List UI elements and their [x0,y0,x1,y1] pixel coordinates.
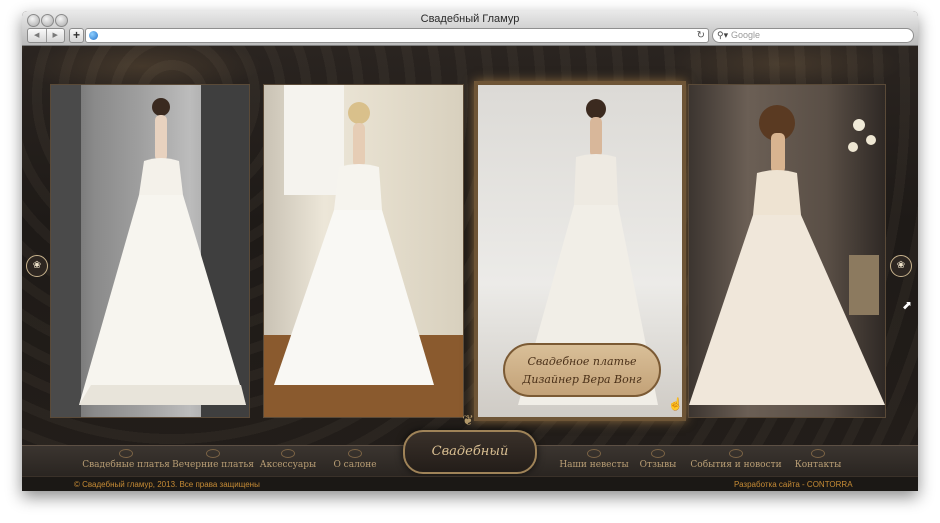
forward-arrow-icon[interactable]: ▶ [45,29,65,42]
rings-icon [729,449,743,458]
nav-item-contacts[interactable]: Контакты [790,449,846,470]
developer-credit-link[interactable]: Разработка сайта - CONTORRA [734,477,853,491]
nav-item-events-news[interactable]: События и новости [688,449,784,470]
back-arrow-icon[interactable]: ◀ [28,29,46,42]
nav-item-reviews[interactable]: Отзывы [634,449,682,470]
rings-icon [281,449,295,458]
rings-icon [206,449,220,458]
address-bar[interactable]: ↻ [85,28,709,43]
bride-figure-4 [689,105,885,405]
page-content: Свадебное платье Дизайнер Вера Вонг ☝ ❀ … [22,46,918,491]
bride-figure-2 [264,85,463,417]
search-icon: ⚲▾ [717,30,729,40]
rings-icon [587,449,601,458]
bride-figure-1 [51,85,249,417]
rings-icon [651,449,665,458]
gallery-photo-featured[interactable]: Свадебное платье Дизайнер Вера Вонг ☝ [474,81,686,421]
nav-item-label: Наши невесты [559,460,629,470]
nav-item-about[interactable]: О салоне [326,449,384,470]
search-input[interactable]: ⚲▾ Google [712,28,914,43]
nav-item-label: Вечерние платья [172,460,254,470]
globe-icon [89,31,98,40]
nav-item-our-brides[interactable]: Наши невесты [558,449,630,470]
rings-icon [119,449,133,458]
caption-line-1: Свадебное платье [527,355,637,368]
search-placeholder: Google [731,30,761,40]
nav-item-evening-dresses[interactable]: Вечерние платья [172,449,254,470]
reload-icon[interactable]: ↻ [697,29,705,42]
rings-icon [348,449,362,458]
nav-item-wedding-dresses[interactable]: Свадебные платья [82,449,170,470]
hand-cursor-icon: ☝ [668,397,683,411]
site-logo[interactable]: Свадебный гламур [403,430,537,491]
title-bar: Свадебный Гламур ◀ ▶ + ↻ ⚲▾ Google [22,11,918,46]
copyright-text: © Свадебный гламур, 2013. Все права защи… [74,480,260,489]
new-tab-button[interactable]: + [69,28,84,43]
page-footer: © Свадебный гламур, 2013. Все права защи… [22,476,918,491]
next-slide-arrow-icon[interactable]: ❀ [890,255,912,277]
nav-item-accessories[interactable]: Аксессуары [255,449,321,470]
nav-item-label: Аксессуары [259,460,317,470]
gallery-photo-1[interactable] [50,84,250,418]
dress-caption: Свадебное платье Дизайнер Вера Вонг [503,343,661,397]
nav-item-label: Контакты [794,460,842,470]
pointer-cursor-icon: ⬈ [902,298,913,312]
caption-line-2: Дизайнер Вера Вонг [522,373,642,386]
browser-window: Свадебный Гламур ◀ ▶ + ↻ ⚲▾ Google Сваде… [22,11,918,491]
nav-item-label: О салоне [333,460,377,470]
nav-item-label: Отзывы [639,460,677,470]
logo-ornament-icon: ❦ [462,412,474,428]
nav-item-label: Свадебные платья [82,460,170,470]
nav-item-label: События и новости [690,460,782,470]
rings-icon [811,449,825,458]
history-buttons: ◀ ▶ [27,28,65,43]
gallery-photo-4[interactable] [688,84,886,418]
gallery-photo-2[interactable] [263,84,464,418]
window-title: Свадебный Гламур [420,13,520,25]
prev-slide-arrow-icon[interactable]: ❀ [26,255,48,277]
